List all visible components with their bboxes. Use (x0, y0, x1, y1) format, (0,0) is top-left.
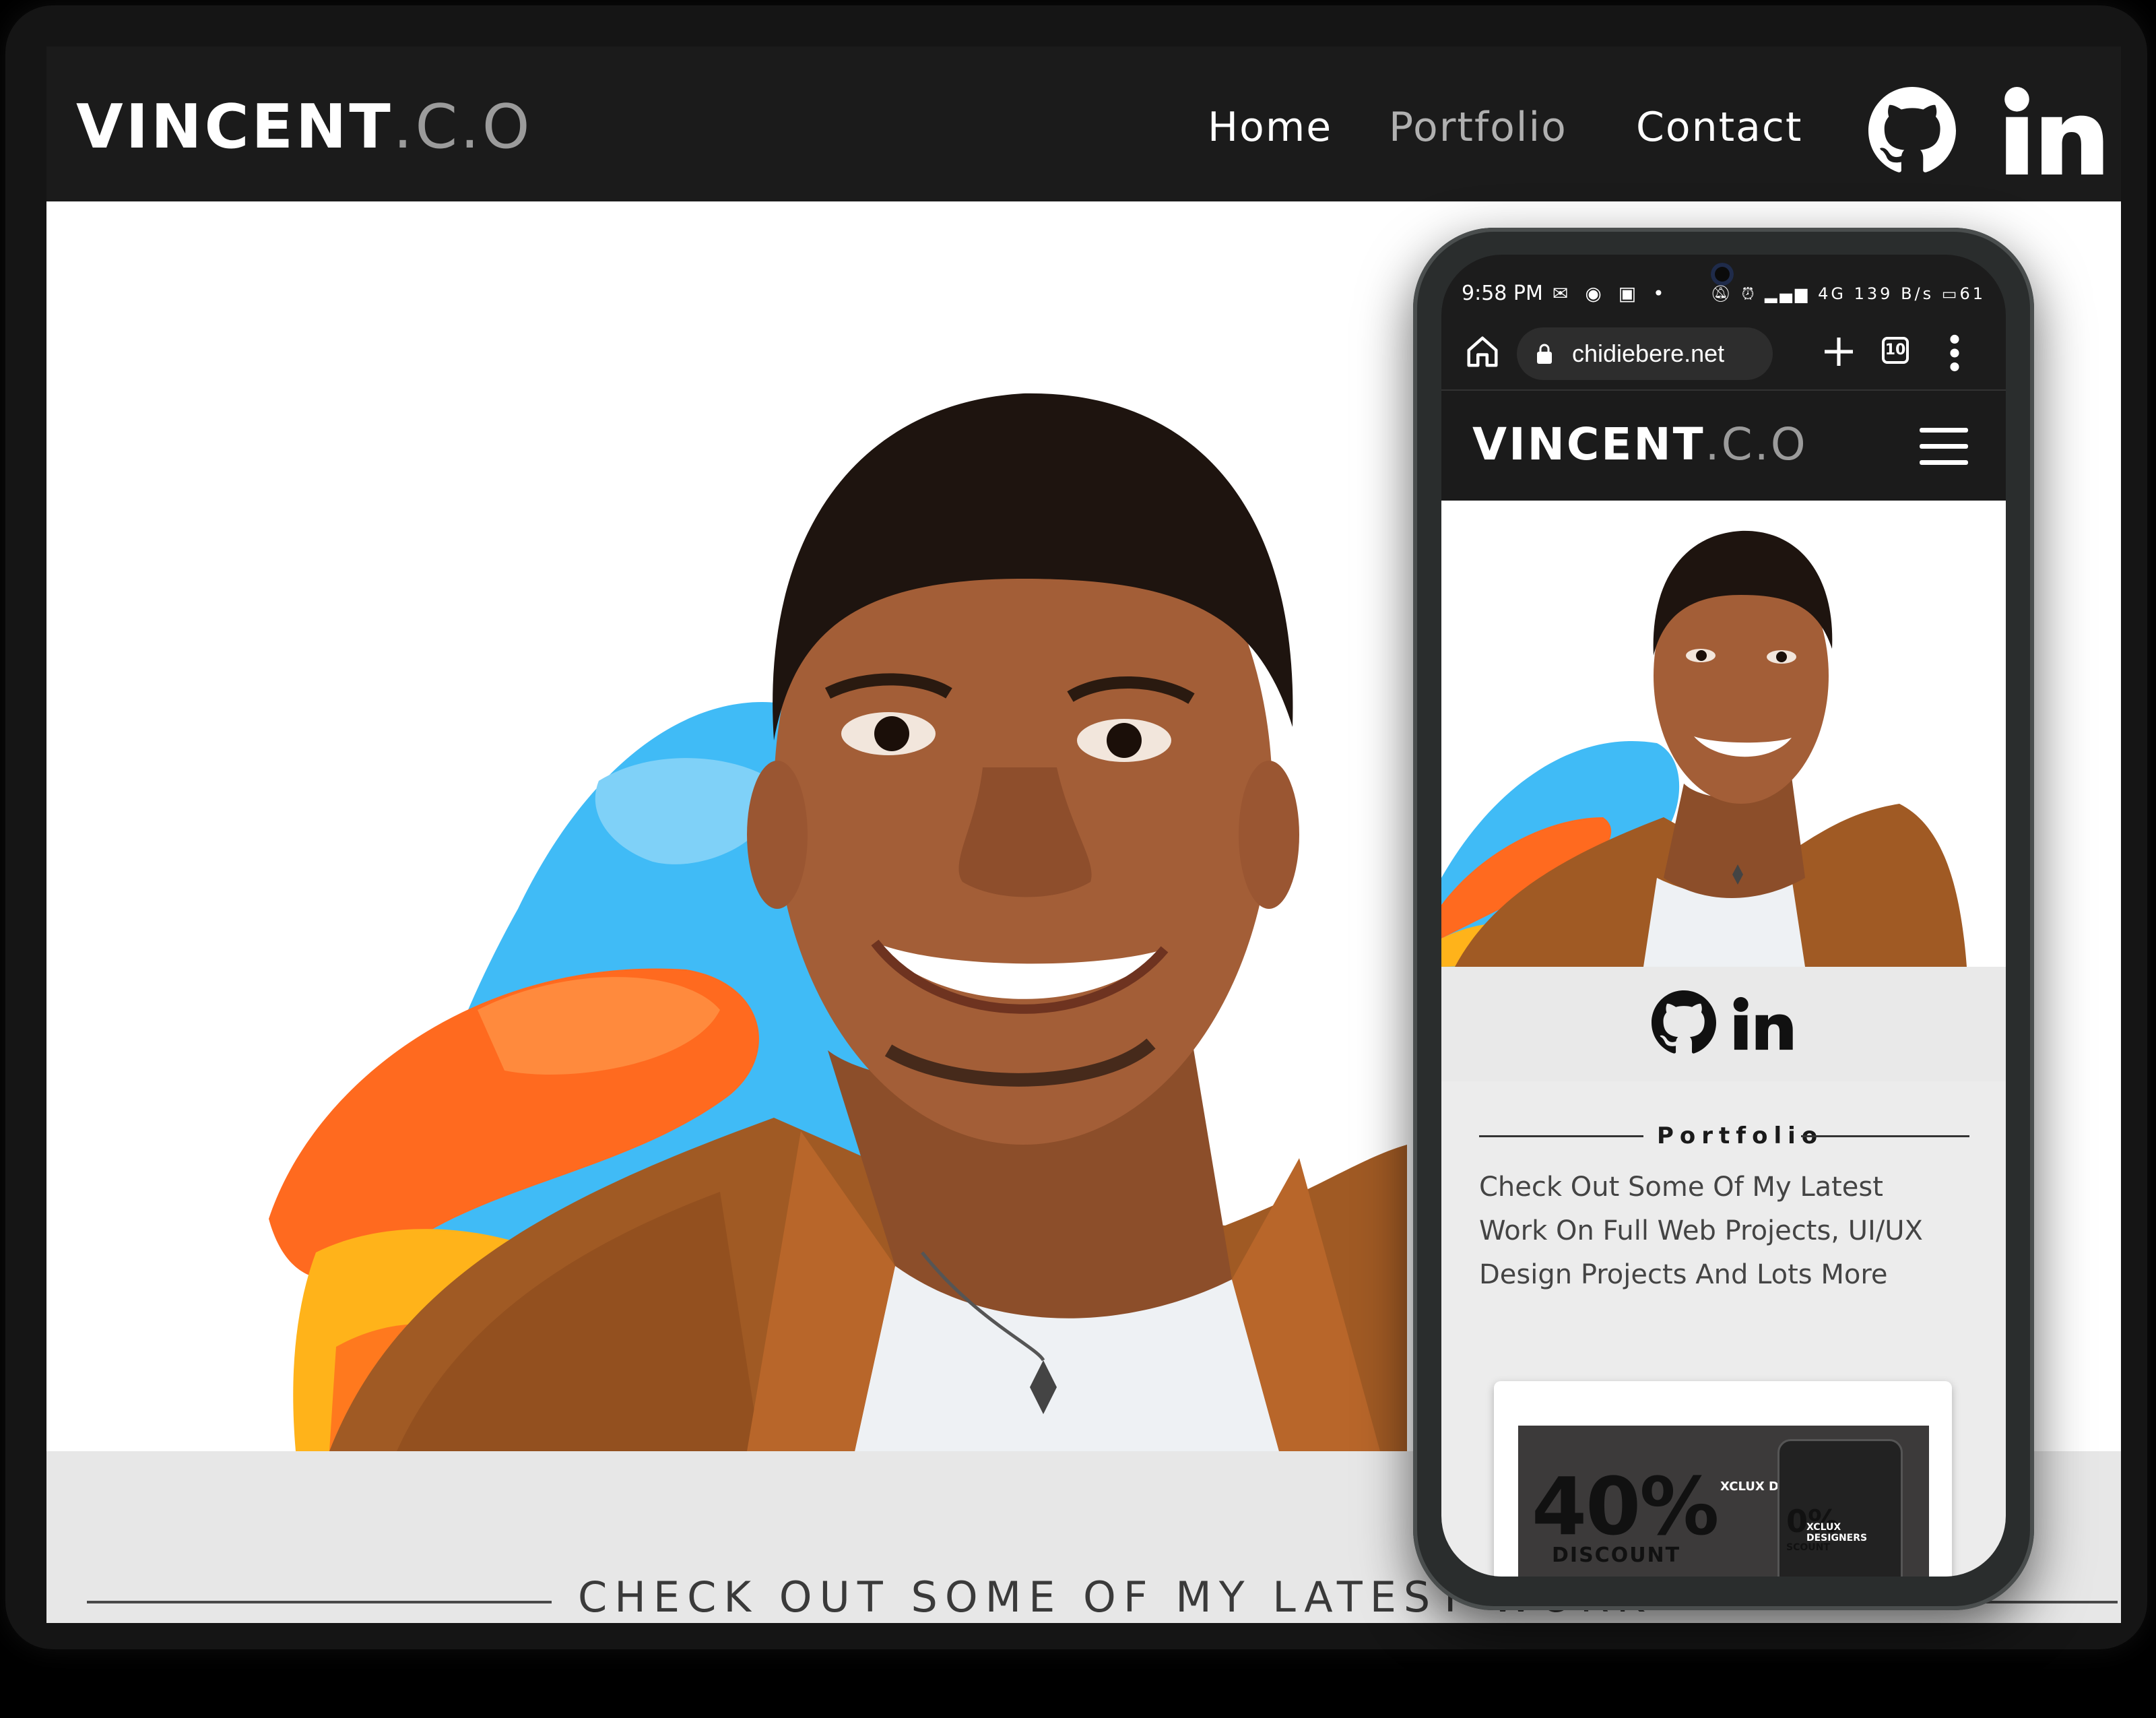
address-bar[interactable]: chidiebere.net (1517, 327, 1773, 380)
promo-headline: 40% (1532, 1460, 1719, 1553)
mute-icon: 🔕︎ (1710, 284, 1734, 303)
network-label: 4G (1818, 284, 1846, 303)
battery-icon: ▭61 (1941, 284, 1986, 303)
project-mobile-preview: 0% XCLUX DESIGNERS SCOUNT (1777, 1439, 1903, 1577)
portfolio-section-text: Check Out Some Of My Latest Work On Full… (1479, 1172, 1923, 1290)
status-time: 9:58 PM (1462, 282, 1543, 305)
nav-contact[interactable]: Contact (1636, 100, 1802, 154)
chrome-icon: ◉ (1585, 282, 1607, 305)
linkedin-icon[interactable] (2000, 87, 2121, 174)
mobile-linkedin-icon[interactable] (1731, 992, 1805, 1054)
battery-level: 61 (1959, 284, 1986, 303)
mobile-social-bar (1441, 967, 2006, 1081)
mobile-hero-portrait-image (1441, 501, 2006, 967)
nav-portfolio[interactable]: Portfolio (1389, 100, 1567, 154)
portfolio-project-card[interactable]: 40% XCLUX DESIGNERS DISCOUNT 0% XCLUX DE… (1494, 1381, 1952, 1577)
site-logo[interactable]: VINCENT.C.O (76, 94, 533, 161)
section-rule-left (1479, 1135, 1643, 1137)
mobile-logo-name: VINCENT (1472, 418, 1705, 470)
logo-suffix: .C.O (393, 92, 533, 162)
status-bar: 9:58 PM ✉ ◉ ▣ • 🔕︎ ⏰︎ ▂▄▆ 4G 139 B/s ▭61 (1441, 255, 2006, 315)
tab-switcher-button[interactable]: 10 (1882, 337, 1909, 364)
mini-promo-brand: XCLUX DESIGNERS (1806, 1522, 1868, 1544)
signal-icon: ▂▄▆ (1765, 284, 1810, 303)
site-header: VINCENT.C.O Home Portfolio Contact (46, 46, 2121, 201)
instagram-icon: ▣ (1618, 282, 1642, 305)
alarm-icon: ⏰︎ (1741, 284, 1757, 303)
speed-indicator: 139 B/s (1854, 284, 1934, 303)
status-system-icons: 🔕︎ ⏰︎ ▂▄▆ 4G 139 B/s ▭61 (1711, 282, 1986, 306)
section-rule-right (1801, 1135, 1969, 1137)
browser-toolbar: chidiebere.net 10 (1441, 315, 2006, 389)
gmail-icon: ✉ (1553, 282, 1574, 305)
lock-icon (1537, 344, 1552, 364)
more-menu-icon[interactable] (1948, 334, 1961, 372)
status-notification-icons: ✉ ◉ ▣ • (1553, 280, 1670, 307)
logo-name: VINCENT (76, 92, 393, 162)
new-tab-icon[interactable] (1820, 333, 1858, 371)
github-icon[interactable] (1868, 87, 1956, 174)
home-icon[interactable] (1464, 333, 1501, 370)
mobile-logo-suffix: .C.O (1705, 418, 1808, 470)
nav-home[interactable]: Home (1208, 100, 1332, 154)
mobile-portfolio-section: Portfolio Check Out Some Of My Latest Wo… (1441, 1081, 2006, 1577)
dot-icon: • (1653, 282, 1670, 305)
mobile-github-icon[interactable] (1652, 990, 1716, 1055)
portfolio-section-title: Portfolio (1657, 1122, 1824, 1149)
phone-screen: 9:58 PM ✉ ◉ ▣ • 🔕︎ ⏰︎ ▂▄▆ 4G 139 B/s ▭61 (1441, 255, 2006, 1577)
project-screenshot: 40% XCLUX DESIGNERS DISCOUNT 0% XCLUX DE… (1518, 1405, 1929, 1577)
headline-rule-left (87, 1601, 552, 1603)
url-text: chidiebere.net (1572, 340, 1725, 367)
mobile-site-logo[interactable]: VINCENT.C.O (1472, 418, 1808, 472)
mobile-site-header: VINCENT.C.O (1441, 389, 2006, 502)
phone-mockup-frame: 9:58 PM ✉ ◉ ▣ • 🔕︎ ⏰︎ ▂▄▆ 4G 139 B/s ▭61 (1413, 228, 2034, 1610)
mini-promo-subtitle: SCOUNT (1786, 1542, 1830, 1553)
promo-subtitle: DISCOUNT (1552, 1544, 1681, 1567)
hamburger-menu-icon[interactable] (1920, 428, 1968, 466)
